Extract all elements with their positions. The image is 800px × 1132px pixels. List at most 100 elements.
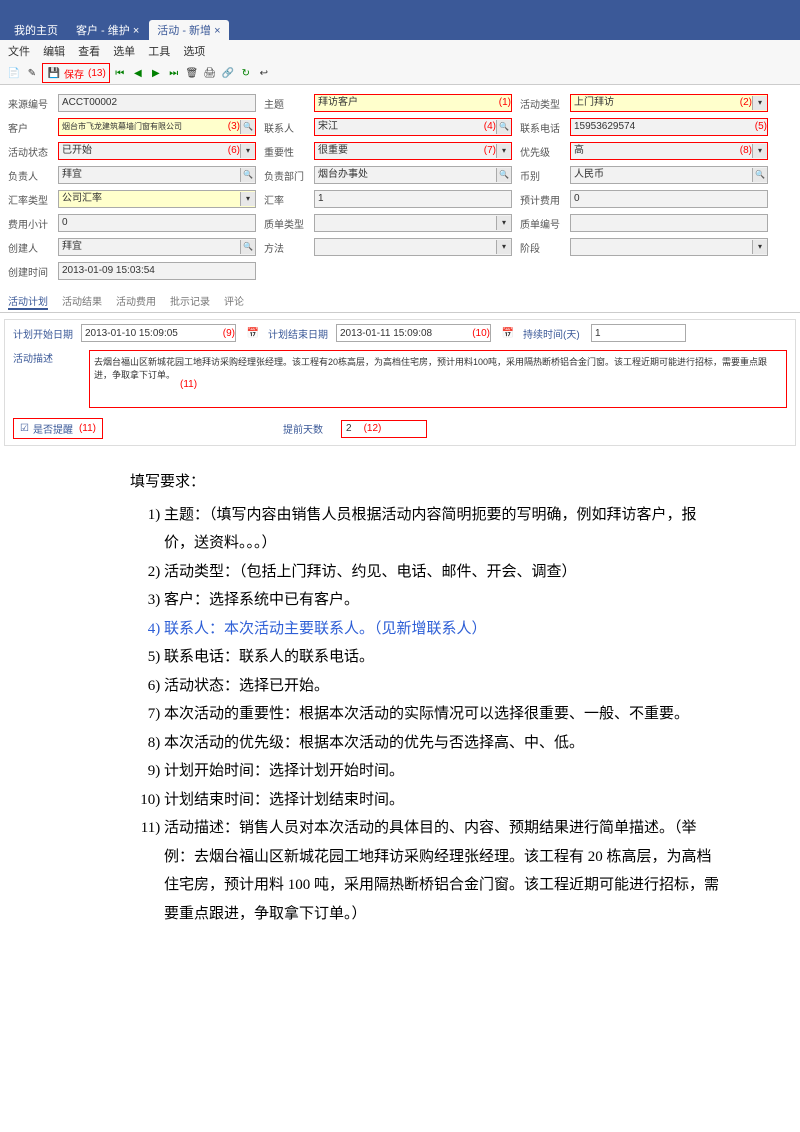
menu-options[interactable]: 选项 xyxy=(183,46,205,58)
input-order-type[interactable]: ▾ xyxy=(314,214,512,232)
dropdown-icon[interactable]: ▾ xyxy=(496,240,511,254)
input-currency[interactable]: 人民币🔍 xyxy=(570,166,768,184)
calendar-icon[interactable]: 📅 xyxy=(501,326,515,340)
save-highlight: 💾 保存 (13) xyxy=(42,63,110,83)
remind-label: 是否提醒 xyxy=(33,421,73,436)
input-est-cost[interactable]: 0 xyxy=(570,190,768,208)
input-contact[interactable]: 宋江(4)🔍 xyxy=(314,118,512,136)
dropdown-icon[interactable]: ▾ xyxy=(496,216,511,230)
tab-activity[interactable]: 活动 - 新增 × xyxy=(149,20,228,40)
new-icon[interactable]: 📄 xyxy=(6,65,22,81)
lookup-icon[interactable]: 🔍 xyxy=(496,120,511,134)
save-label: 保存 xyxy=(64,66,84,81)
last-icon[interactable]: ⏭ xyxy=(166,65,182,81)
list-item: 联系电话：联系人的联系电话。 xyxy=(164,643,720,672)
label-plan-end: 计划结束日期 xyxy=(268,326,328,341)
close-icon[interactable]: × xyxy=(133,25,139,37)
dropdown-icon[interactable]: ▾ xyxy=(496,144,511,158)
list-item: 活动描述：销售人员对本次活动的具体目的、内容、预期结果进行简单描述。（举例：去烟… xyxy=(164,814,720,928)
refresh-icon[interactable]: ↻ xyxy=(238,65,254,81)
dropdown-icon[interactable]: ▾ xyxy=(752,144,767,158)
advance-value: 2 xyxy=(346,423,352,434)
marker-2: (2) xyxy=(740,95,752,111)
input-customer[interactable]: 烟台市飞龙建筑幕墙门窗有限公司(3)🔍 xyxy=(58,118,256,136)
subtab-cost[interactable]: 活动费用 xyxy=(116,293,156,310)
menu-edit[interactable]: 编辑 xyxy=(43,46,65,58)
misc1-icon[interactable]: 🔗 xyxy=(220,65,236,81)
marker-13: (13) xyxy=(88,68,106,79)
desc-text: 去烟台福山区新城花园工地拜访采购经理张经理。该工程有20栋高层，为高档住宅房，预… xyxy=(94,357,767,380)
sub-tabs: 活动计划 活动结果 活动费用 批示记录 评论 xyxy=(0,289,800,313)
input-plan-end[interactable]: 2013-01-11 15:09:08(10) xyxy=(336,324,491,342)
input-cost-sum[interactable]: 0 xyxy=(58,214,256,232)
checkbox-remind[interactable]: ☑ 是否提醒 (11) xyxy=(13,418,103,439)
textarea-desc[interactable]: 去烟台福山区新城花园工地拜访采购经理张经理。该工程有20栋高层，为高档住宅房，预… xyxy=(89,350,787,408)
input-method[interactable]: ▾ xyxy=(314,238,512,256)
lookup-icon[interactable]: 🔍 xyxy=(240,120,255,134)
subtab-approve[interactable]: 批示记录 xyxy=(170,293,210,310)
dropdown-icon[interactable]: ▾ xyxy=(240,192,255,206)
label-cost-sum: 费用小计 xyxy=(8,216,56,231)
lookup-icon[interactable]: 🔍 xyxy=(496,168,511,182)
label-rate-type: 汇率类型 xyxy=(8,192,56,207)
print-icon[interactable]: 🖨 xyxy=(202,65,218,81)
input-rate[interactable]: 1 xyxy=(314,190,512,208)
label-est-cost: 预计费用 xyxy=(520,192,568,207)
label-contact: 联系人 xyxy=(264,120,312,135)
label-creator: 创建人 xyxy=(8,240,56,255)
input-type[interactable]: 上门拜访(2)▾ xyxy=(570,94,768,112)
subtab-comment[interactable]: 评论 xyxy=(224,293,244,310)
input-status[interactable]: 已开始(6)▾ xyxy=(58,142,256,160)
input-subject[interactable]: 拜访客户(1) xyxy=(314,94,512,112)
input-create-time: 2013-01-09 15:03:54 xyxy=(58,262,256,280)
label-advance: 提前天数 xyxy=(283,421,331,436)
marker-9: (9) xyxy=(223,328,235,339)
marker-11a: (11) xyxy=(180,379,197,390)
dropdown-icon[interactable]: ▾ xyxy=(240,144,255,158)
input-dept[interactable]: 烟台办事处🔍 xyxy=(314,166,512,184)
input-order-no[interactable] xyxy=(570,214,768,232)
input-advance[interactable]: 2 (12) xyxy=(341,420,427,438)
tab-customer[interactable]: 客户 - 维护 × xyxy=(68,20,147,40)
close-icon[interactable]: × xyxy=(214,25,220,37)
tabstrip: 我的主页 客户 - 维护 × 活动 - 新增 × xyxy=(0,18,800,40)
list-item: 活动状态：选择已开始。 xyxy=(164,672,720,701)
subtab-result[interactable]: 活动结果 xyxy=(62,293,102,310)
first-icon[interactable]: ⏮ xyxy=(112,65,128,81)
dropdown-icon[interactable]: ▾ xyxy=(752,240,767,254)
marker-5: (5) xyxy=(755,119,767,135)
label-type: 活动类型 xyxy=(520,96,568,111)
next-icon[interactable]: ▶ xyxy=(148,65,164,81)
menubar: 文件 编辑 查看 选单 工具 选项 xyxy=(0,40,800,62)
list-item: 计划开始时间：选择计划开始时间。 xyxy=(164,757,720,786)
prev-icon[interactable]: ◀ xyxy=(130,65,146,81)
input-importance[interactable]: 很重要(7)▾ xyxy=(314,142,512,160)
tab-home[interactable]: 我的主页 xyxy=(6,20,66,40)
dropdown-icon[interactable]: ▾ xyxy=(752,96,767,110)
input-phone[interactable]: 15953629574(5) xyxy=(570,118,768,136)
menu-view[interactable]: 查看 xyxy=(78,46,100,58)
lookup-icon[interactable]: 🔍 xyxy=(752,168,767,182)
checkbox-icon: ☑ xyxy=(20,423,29,434)
menu-file[interactable]: 文件 xyxy=(8,46,30,58)
marker-12: (12) xyxy=(364,423,382,434)
menu-tools[interactable]: 工具 xyxy=(148,46,170,58)
label-subject: 主题 xyxy=(264,96,312,111)
edit-icon[interactable]: ✎ xyxy=(24,65,40,81)
delete-icon[interactable]: 🗑 xyxy=(184,65,200,81)
input-stage[interactable]: ▾ xyxy=(570,238,768,256)
save-icon[interactable]: 💾 xyxy=(46,65,62,81)
back-icon[interactable]: ↩ xyxy=(256,65,272,81)
marker-6: (6) xyxy=(228,143,240,159)
calendar-icon[interactable]: 📅 xyxy=(246,326,260,340)
input-priority[interactable]: 高(8)▾ xyxy=(570,142,768,160)
input-duration[interactable]: 1 xyxy=(591,324,686,342)
label-method: 方法 xyxy=(264,240,312,255)
input-plan-start[interactable]: 2013-01-10 15:09:05(9) xyxy=(81,324,236,342)
menu-list[interactable]: 选单 xyxy=(113,46,135,58)
lookup-icon[interactable]: 🔍 xyxy=(240,168,255,182)
lookup-icon[interactable]: 🔍 xyxy=(240,240,255,254)
subtab-plan[interactable]: 活动计划 xyxy=(8,293,48,310)
input-rate-type[interactable]: 公司汇率▾ xyxy=(58,190,256,208)
input-owner[interactable]: 拜宜🔍 xyxy=(58,166,256,184)
